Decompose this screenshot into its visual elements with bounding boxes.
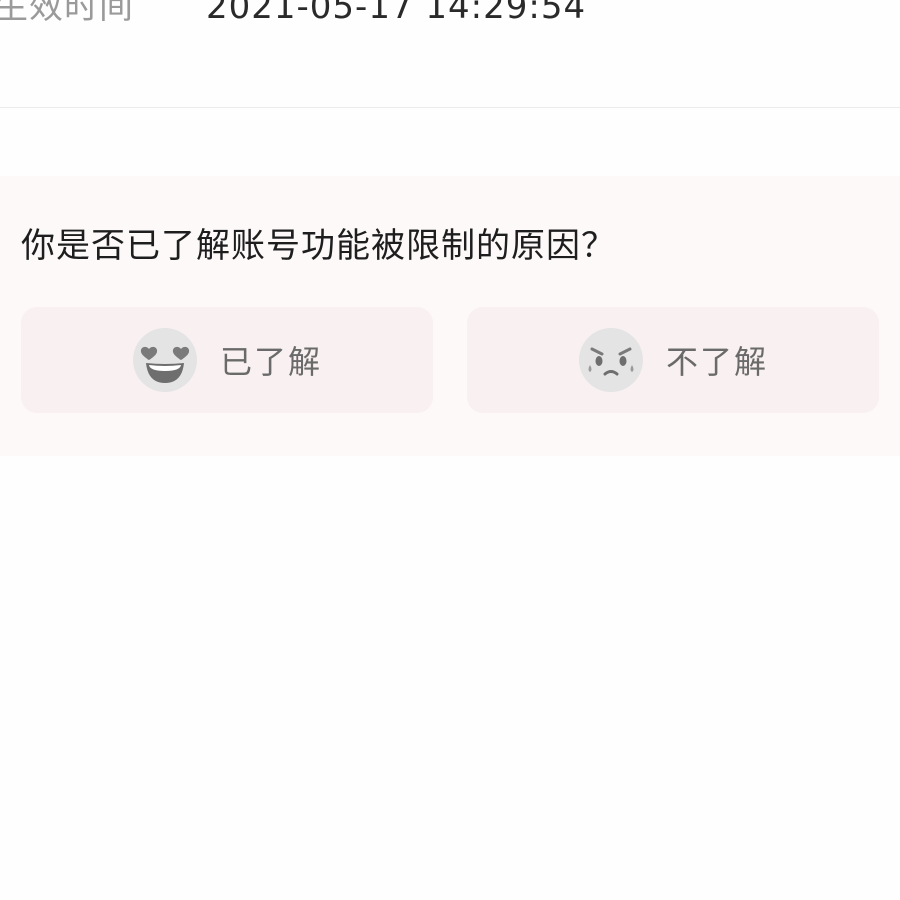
feedback-card: 你是否已了解账号功能被限制的原因？ 已了解 不了解 [0,176,900,456]
feedback-question: 你是否已了解账号功能被限制的原因？ [21,226,616,266]
not-understood-button[interactable]: 不了解 [467,307,879,413]
not-understood-label: 不了解 [665,343,768,381]
effective-time-value: 2021-05-17 14:29:54 [206,0,587,27]
effective-time-row: 生效时间 2021-05-17 14:29:54 [0,0,900,32]
confused-face-icon [578,328,643,392]
divider [0,107,900,108]
understood-label: 已了解 [219,343,322,381]
effective-time-label: 生效时间 [0,0,134,27]
understood-button[interactable]: 已了解 [21,307,433,413]
heart-eyes-face-icon [132,328,197,392]
restriction-detail-page: 生效时间 2021-05-17 14:29:54 你是否已了解账号功能被限制的原… [0,0,900,900]
